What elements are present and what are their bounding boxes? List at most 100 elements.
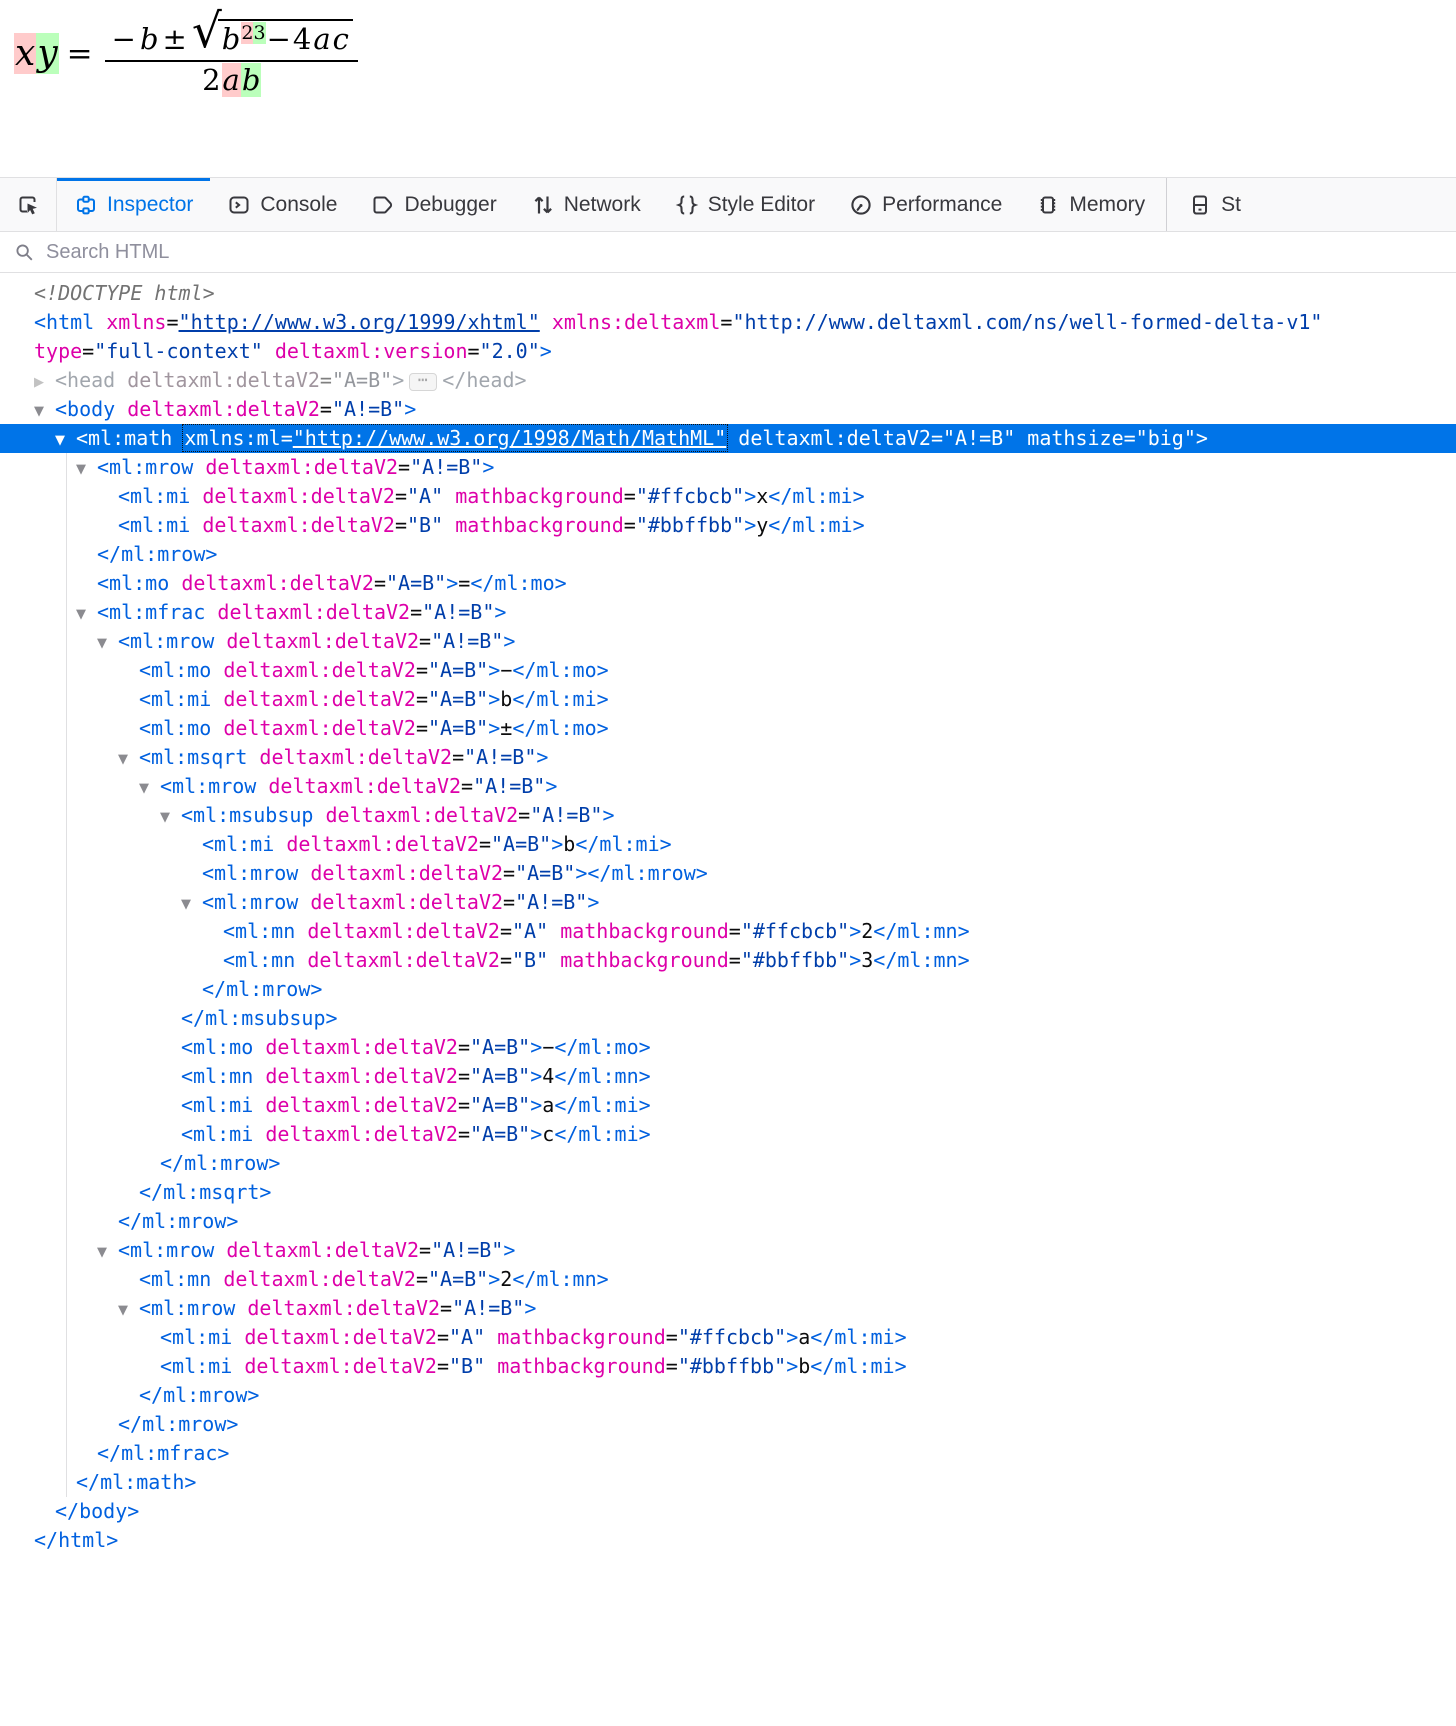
tab-label: Memory	[1069, 193, 1145, 217]
markup-row-doctype[interactable]: <!DOCTYPE html>	[0, 279, 1456, 308]
inline-expander-button[interactable]: ⋯	[409, 373, 437, 391]
markup-row-ml:mi[interactable]: <ml:mi deltaxml:deltaV2="A=B">b</ml:mi>	[0, 830, 1456, 859]
expand-arrow-icon[interactable]: ▼	[55, 426, 76, 455]
formula-token: b	[139, 22, 160, 56]
markup-row-ml:msubsup[interactable]: ▼<ml:msubsup deltaxml:deltaV2="A!=B">	[0, 801, 1456, 830]
markup-row-ml:mrow[interactable]: </ml:mrow>	[0, 1149, 1456, 1178]
formula-radicand: b23−4ac	[218, 19, 353, 56]
markup-row-ml:mi[interactable]: <ml:mi deltaxml:deltaV2="A=B">c</ml:mi>	[0, 1120, 1456, 1149]
formula-token: c	[332, 22, 350, 56]
tab-network[interactable]: Network	[514, 178, 658, 231]
indent-guide	[66, 453, 67, 1497]
markup-row-ml:mrow[interactable]: </ml:mrow>	[0, 1381, 1456, 1410]
tab-style-editor[interactable]: Style Editor	[658, 178, 832, 231]
markup-row-ml:mfrac[interactable]: ▼<ml:mfrac deltaxml:deltaV2="A!=B">	[0, 598, 1456, 627]
markup-row-ml:mrow[interactable]: </ml:mrow>	[0, 540, 1456, 569]
markup-row-ml:mo[interactable]: <ml:mo deltaxml:deltaV2="A=B">±</ml:mo>	[0, 714, 1456, 743]
formula-token: b	[241, 63, 262, 97]
markup-row-doctype[interactable]: type="full-context" deltaxml:version="2.…	[0, 337, 1456, 366]
markup-row-ml:mrow[interactable]: ▼<ml:mrow deltaxml:deltaV2="A!=B">	[0, 1294, 1456, 1323]
formula-lhs: xy	[14, 33, 59, 74]
expand-arrow-icon[interactable]: ▼	[181, 890, 202, 919]
devtools-toolbar: Inspector Console DebuggerNetwork Style Edi…	[0, 177, 1456, 232]
markup-row-ml:msqrt[interactable]: ▼<ml:msqrt deltaxml:deltaV2="A!=B">	[0, 743, 1456, 772]
expand-arrow-icon[interactable]: ▼	[118, 1296, 139, 1325]
formula-token: 4	[292, 22, 312, 56]
markup-row-body[interactable]: </body>	[0, 1497, 1456, 1526]
network-icon	[531, 193, 555, 217]
markup-row-html[interactable]: </html>	[0, 1526, 1456, 1555]
tab-storage[interactable]: St	[1171, 178, 1258, 231]
markup-row-ml:mo[interactable]: <ml:mo deltaxml:deltaV2="A=B">=</ml:mo>	[0, 569, 1456, 598]
tab-performance[interactable]: Performance	[832, 178, 1019, 231]
formula-sqrt-rest: −4ac	[266, 22, 350, 56]
markup-row-ml:msqrt[interactable]: </ml:msqrt>	[0, 1178, 1456, 1207]
markup-view: <!DOCTYPE html><html xmlns="http://www.w…	[0, 273, 1456, 1555]
markup-row-ml:mrow[interactable]: ▼<ml:mrow deltaxml:deltaV2="A!=B">	[0, 888, 1456, 917]
markup-rows: <!DOCTYPE html><html xmlns="http://www.w…	[0, 279, 1456, 1555]
markup-row-body[interactable]: ▼<body deltaxml:deltaV2="A!=B">	[0, 395, 1456, 424]
markup-row-ml:mrow[interactable]: </ml:mrow>	[0, 1410, 1456, 1439]
tab-label: Style Editor	[708, 193, 815, 217]
tab-console[interactable]: Console	[210, 178, 354, 231]
markup-row-ml:math[interactable]: </ml:math>	[0, 1468, 1456, 1497]
markup-row-ml:mi[interactable]: <ml:mi deltaxml:deltaV2="B" mathbackgrou…	[0, 511, 1456, 540]
search-icon	[13, 241, 35, 263]
formula-token: a	[312, 22, 331, 56]
tab-label: St	[1221, 193, 1241, 217]
markup-row-ml:mn[interactable]: <ml:mn deltaxml:deltaV2="B" mathbackgrou…	[0, 946, 1456, 975]
node-picker-button[interactable]	[0, 178, 57, 231]
markup-row-ml:mi[interactable]: <ml:mi deltaxml:deltaV2="A" mathbackgrou…	[0, 482, 1456, 511]
highlighted-attribute: xmlns:ml="http://www.w3.org/1998/Math/Ma…	[184, 426, 726, 450]
formula-token: x	[14, 33, 36, 74]
tab-label: Console	[260, 193, 337, 217]
expand-arrow-icon[interactable]: ▼	[34, 397, 55, 426]
markup-row-ml:mo[interactable]: <ml:mo deltaxml:deltaV2="A=B">−</ml:mo>	[0, 1033, 1456, 1062]
formula-token: a	[222, 63, 241, 97]
markup-row-ml:mi[interactable]: <ml:mi deltaxml:deltaV2="B" mathbackgrou…	[0, 1352, 1456, 1381]
markup-row-ml:mo[interactable]: <ml:mo deltaxml:deltaV2="A=B">−</ml:mo>	[0, 656, 1456, 685]
markup-row-ml:mi[interactable]: <ml:mi deltaxml:deltaV2="A=B">a</ml:mi>	[0, 1091, 1456, 1120]
expand-arrow-icon[interactable]: ▶	[34, 368, 55, 397]
formula-sqrt-base: b	[221, 22, 242, 56]
expand-arrow-icon[interactable]: ▼	[160, 803, 181, 832]
markup-row-ml:mrow[interactable]: ▼<ml:mrow deltaxml:deltaV2="A!=B">	[0, 627, 1456, 656]
markup-row-html[interactable]: <html xmlns="http://www.w3.org/1999/xhtm…	[0, 308, 1456, 337]
markup-row-ml:mrow[interactable]: </ml:mrow>	[0, 1207, 1456, 1236]
expand-arrow-icon[interactable]: ▼	[76, 600, 97, 629]
markup-row-ml:mi[interactable]: <ml:mi deltaxml:deltaV2="A" mathbackgrou…	[0, 1323, 1456, 1352]
markup-row-ml:mrow[interactable]: </ml:mrow>	[0, 975, 1456, 1004]
markup-row-ml:msubsup[interactable]: </ml:msubsup>	[0, 1004, 1456, 1033]
markup-row-ml:mn[interactable]: <ml:mn deltaxml:deltaV2="A=B">4</ml:mn>	[0, 1062, 1456, 1091]
markup-row-ml:math[interactable]: ▼<ml:math xmlns:ml="http://www.w3.org/19…	[0, 424, 1456, 453]
formula-superscript: 23	[241, 22, 265, 44]
markup-row-ml:mfrac[interactable]: </ml:mfrac>	[0, 1439, 1456, 1468]
performance-icon	[849, 193, 873, 217]
markup-row-ml:mrow[interactable]: <ml:mrow deltaxml:deltaV2="A=B"></ml:mro…	[0, 859, 1456, 888]
search-input[interactable]	[44, 240, 1443, 265]
markup-row-ml:mn[interactable]: <ml:mn deltaxml:deltaV2="A=B">2</ml:mn>	[0, 1265, 1456, 1294]
debugger-icon	[371, 193, 395, 217]
formula-token: −	[111, 22, 137, 56]
formula-equals: =	[66, 36, 94, 72]
style-editor-icon	[675, 193, 699, 217]
expand-arrow-icon[interactable]: ▼	[97, 629, 118, 658]
markup-row-head[interactable]: ▶<head deltaxml:deltaV2="A=B">⋯</head>	[0, 366, 1456, 395]
formula-token: 2	[201, 63, 221, 97]
tab-memory[interactable]: Memory	[1019, 178, 1162, 231]
expand-arrow-icon[interactable]: ▼	[139, 774, 160, 803]
memory-icon	[1036, 193, 1060, 217]
markup-row-ml:mn[interactable]: <ml:mn deltaxml:deltaV2="A" mathbackgrou…	[0, 917, 1456, 946]
expand-arrow-icon[interactable]: ▼	[97, 1238, 118, 1267]
expand-arrow-icon[interactable]: ▼	[118, 745, 139, 774]
rendered-mathml-formula[interactable]: xy = −b±√b23−4ac 2ab	[14, 10, 358, 97]
formula-token: b	[221, 22, 242, 56]
markup-row-ml:mrow[interactable]: ▼<ml:mrow deltaxml:deltaV2="A!=B">	[0, 453, 1456, 482]
tab-inspector[interactable]: Inspector	[57, 178, 210, 231]
expand-arrow-icon[interactable]: ▼	[76, 455, 97, 484]
formula-numerator: −b±√b23−4ac	[105, 10, 358, 62]
tab-debugger[interactable]: Debugger	[354, 178, 513, 231]
markup-row-ml:mrow[interactable]: ▼<ml:mrow deltaxml:deltaV2="A!=B">	[0, 772, 1456, 801]
markup-row-ml:mi[interactable]: <ml:mi deltaxml:deltaV2="A=B">b</ml:mi>	[0, 685, 1456, 714]
markup-row-ml:mrow[interactable]: ▼<ml:mrow deltaxml:deltaV2="A!=B">	[0, 1236, 1456, 1265]
